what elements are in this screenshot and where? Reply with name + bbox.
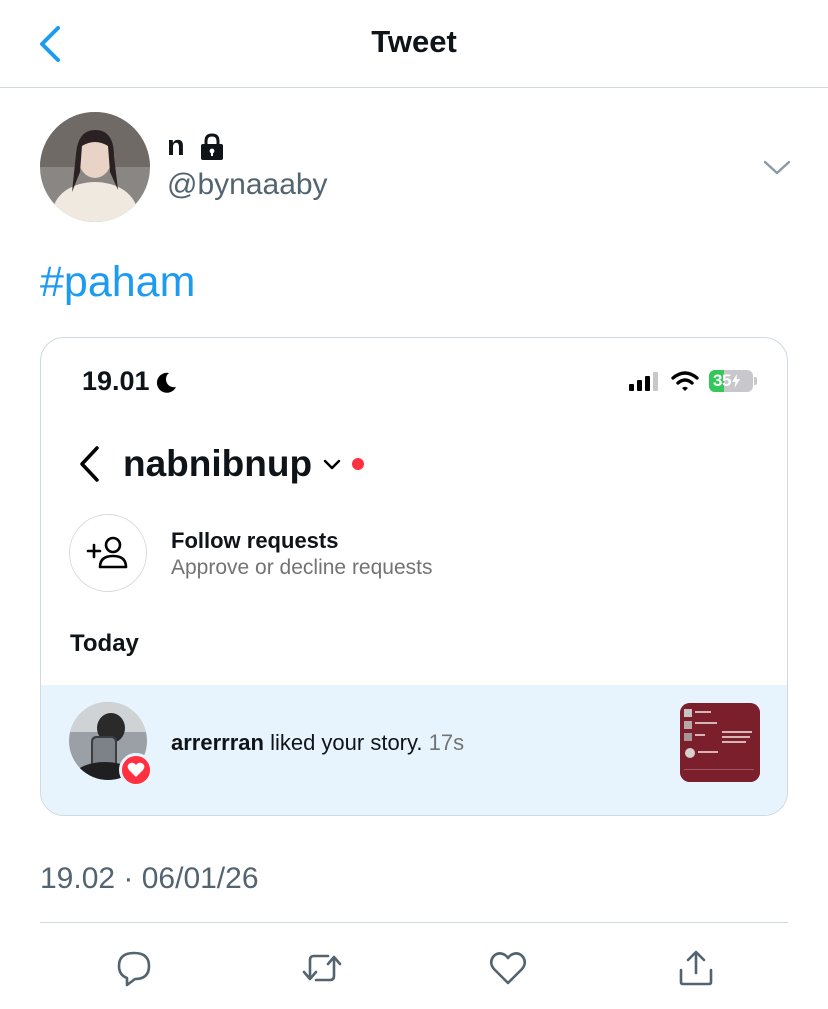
like-button[interactable] [484, 944, 532, 992]
author-avatar[interactable] [40, 112, 150, 222]
ig-account-switcher[interactable]: nabnibnup [123, 443, 365, 485]
reply-button[interactable] [110, 944, 158, 992]
page-title: Tweet [371, 24, 457, 59]
ig-username: nabnibnup [123, 443, 313, 484]
ig-back-button[interactable] [77, 444, 103, 484]
lock-icon [200, 132, 223, 160]
heart-icon [127, 762, 145, 777]
wifi-icon [671, 371, 699, 391]
follow-requests-button[interactable] [69, 514, 147, 592]
divider [40, 922, 788, 923]
retweet-button[interactable] [298, 944, 346, 992]
author-name-row: n [167, 130, 227, 163]
follow-requests-subtitle: Approve or decline requests [171, 556, 433, 579]
like-icon [489, 952, 527, 985]
section-heading-today: Today [70, 630, 139, 657]
battery-icon: 35 [709, 370, 757, 392]
tweet-hashtag-link[interactable]: #paham [40, 258, 195, 307]
notification-text: arrerrran liked your story. 17s [171, 730, 464, 756]
notification-row[interactable]: arrerrran liked your story. 17s [41, 685, 787, 815]
story-thumbnail[interactable] [680, 703, 760, 782]
status-bar-time: 19.01 [82, 366, 178, 397]
follow-requests-title: Follow requests [171, 528, 339, 553]
author-handle[interactable]: @bynaaaby [167, 168, 328, 202]
chevron-down-icon [323, 459, 341, 470]
reply-icon [117, 951, 151, 987]
author-display-name[interactable]: n [167, 130, 185, 163]
back-chevron-icon [80, 446, 99, 482]
chevron-down-icon [763, 160, 791, 175]
status-time-text: 19.01 [82, 366, 150, 396]
charging-bolt-icon [731, 374, 740, 388]
status-bar-indicators: 35 [629, 370, 757, 392]
add-person-icon [86, 536, 128, 569]
signal-icon [629, 372, 658, 391]
like-badge [119, 753, 153, 787]
battery-level: 35 [713, 371, 731, 390]
share-button[interactable] [672, 944, 720, 992]
notification-action: liked your story. [263, 730, 423, 755]
top-nav-bar: Tweet [0, 0, 828, 88]
notification-username[interactable]: arrerrran [171, 730, 264, 755]
more-options-button[interactable] [760, 152, 794, 182]
notification-time: 17s [428, 730, 465, 755]
moon-icon [156, 372, 176, 393]
retweet-icon [302, 954, 342, 982]
share-icon [679, 950, 713, 986]
tweet-media-card[interactable]: 19.01 35 nabnibnup Follow requests Appro… [40, 337, 788, 816]
notification-dot [352, 458, 365, 470]
tweet-timestamp: 19.02 · 06/01/26 [40, 862, 259, 895]
